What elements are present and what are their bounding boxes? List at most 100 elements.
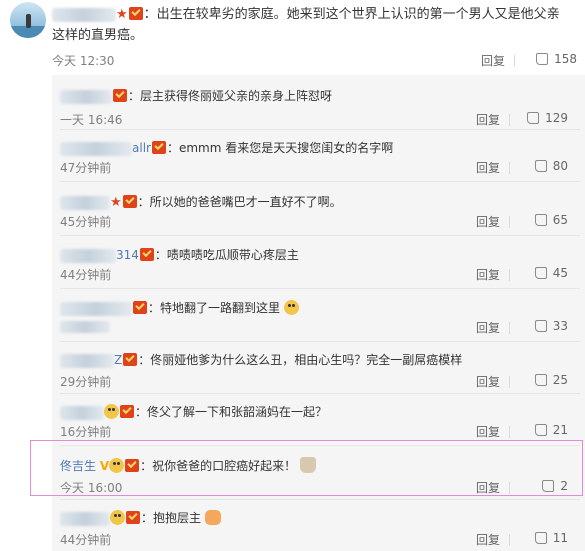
like-button[interactable]: 129 bbox=[512, 111, 568, 125]
reply-body: ：抱抱层主 bbox=[141, 511, 202, 525]
timestamp: 16分钟前 bbox=[60, 425, 112, 439]
thumbs-up-icon bbox=[534, 424, 547, 436]
avatar[interactable] bbox=[10, 2, 46, 38]
like-count: 158 bbox=[554, 52, 577, 66]
reply-body: ：层主获得佟丽娅父亲的亲身上阵怼呀 bbox=[128, 89, 333, 103]
like-button[interactable]: 158 bbox=[517, 52, 577, 66]
reply-button[interactable]: 回复 bbox=[476, 213, 500, 230]
member-badge-icon bbox=[125, 459, 140, 472]
divider bbox=[60, 181, 580, 182]
username-blurred[interactable] bbox=[60, 511, 110, 526]
reply-body: ：所以她的爸爸嘴巴才一直好不了啊。 bbox=[137, 195, 342, 209]
thumbs-up-icon bbox=[534, 160, 547, 172]
like-button[interactable]: 33 bbox=[512, 319, 568, 333]
divider bbox=[509, 216, 510, 228]
reply-meta: 47分钟前 回复 80 bbox=[60, 159, 568, 177]
like-count: 33 bbox=[552, 319, 568, 333]
username-blurred[interactable] bbox=[52, 7, 116, 22]
reply-button[interactable]: 回复 bbox=[476, 373, 500, 390]
reply-meta: 44分钟前 回复 11 bbox=[60, 531, 568, 549]
timestamp: 今天 12:30 bbox=[52, 54, 115, 68]
username[interactable]: Z bbox=[114, 353, 122, 367]
reply-meta: 44分钟前 回复 45 bbox=[60, 266, 568, 284]
timestamp: 47分钟前 bbox=[60, 161, 112, 175]
like-button[interactable]: 21 bbox=[512, 423, 568, 437]
timestamp: 29分钟前 bbox=[60, 375, 112, 389]
reply-button[interactable]: 回复 bbox=[476, 266, 500, 283]
thumbs-up-icon bbox=[527, 112, 540, 124]
timestamp: 今天 16:00 bbox=[60, 481, 123, 495]
username-blurred[interactable] bbox=[60, 89, 112, 104]
reply-text: allr ：emmm 看来您是天天搜您闺女的名字啊 bbox=[60, 139, 393, 157]
member-badge-icon bbox=[128, 7, 143, 20]
username-blurred[interactable] bbox=[60, 248, 116, 263]
reply-body: ：佟父了解一下和张韶涵妈在一起？ bbox=[135, 405, 328, 419]
thumbs-up-icon bbox=[542, 480, 555, 492]
username[interactable]: 314 bbox=[116, 248, 139, 262]
like-count: 21 bbox=[552, 423, 568, 437]
like-count: 11 bbox=[552, 531, 568, 545]
like-count: 65 bbox=[552, 213, 568, 227]
thumbs-up-icon bbox=[536, 53, 549, 65]
cat-emoji-icon bbox=[204, 510, 221, 525]
member-badge-icon bbox=[139, 248, 154, 261]
username-blurred[interactable] bbox=[60, 195, 110, 210]
reply-text: ：佟父了解一下和张韶涵妈在一起？ bbox=[60, 403, 327, 421]
reply-button[interactable]: 回复 bbox=[476, 159, 500, 176]
username-blurred[interactable] bbox=[60, 301, 132, 316]
reply-text: ：特地翻了一路翻到这里 bbox=[60, 299, 299, 317]
reply-button[interactable]: 回复 bbox=[476, 319, 500, 336]
divider bbox=[60, 445, 580, 446]
reply-body: ：祝你爸爸的口腔癌好起来！ bbox=[140, 459, 297, 473]
divider bbox=[60, 499, 580, 500]
like-count: 45 bbox=[552, 266, 568, 280]
divider bbox=[509, 482, 510, 494]
reply-meta: 16分钟前 回复 21 bbox=[60, 423, 568, 441]
reply-text: ：抱抱层主 bbox=[60, 509, 221, 527]
reply-list: ：层主获得佟丽娅父亲的亲身上阵怼呀 一天 16:46 回复 129 allr ：e… bbox=[52, 75, 585, 551]
member-badge-icon bbox=[133, 301, 147, 314]
username-blurred[interactable] bbox=[60, 141, 132, 156]
member-badge-icon bbox=[151, 141, 166, 154]
reply-body: ：特地翻了一路翻到这里 bbox=[148, 301, 281, 315]
username-blurred[interactable] bbox=[60, 405, 104, 420]
main-comment-text: ★ ：出生在较卑劣的家庭。她来到这个世界上认识的第一个男人又是他父亲这样的直男癌。 bbox=[52, 4, 572, 46]
like-button[interactable]: 80 bbox=[512, 159, 568, 173]
divider bbox=[60, 341, 580, 342]
like-count: 2 bbox=[560, 479, 568, 493]
divider bbox=[60, 393, 580, 394]
like-count: 25 bbox=[552, 373, 568, 387]
timestamp: 44分钟前 bbox=[60, 533, 112, 547]
thumbs-up-icon bbox=[534, 374, 547, 386]
reply-text: ★ ：所以她的爸爸嘴巴才一直好不了啊。 bbox=[60, 193, 342, 212]
thumbs-up-icon bbox=[534, 214, 547, 226]
username-blurred[interactable] bbox=[60, 353, 114, 368]
like-button[interactable]: 11 bbox=[512, 531, 568, 545]
member-badge-icon bbox=[122, 195, 137, 208]
avatar-figure bbox=[26, 14, 31, 28]
thumbs-up-icon bbox=[534, 320, 547, 332]
star-icon: ★ bbox=[110, 195, 122, 210]
divider bbox=[509, 534, 510, 546]
reply-meta: 45分钟前 回复 65 bbox=[60, 213, 568, 231]
main-comment: ★ ：出生在较卑劣的家庭。她来到这个世界上认识的第一个男人又是他父亲这样的直男癌。… bbox=[0, 0, 585, 75]
divider bbox=[509, 376, 510, 388]
level-badge-icon bbox=[110, 510, 125, 525]
star-icon: ★ bbox=[116, 7, 128, 22]
reply-button[interactable]: 回复 bbox=[476, 531, 500, 548]
reply-button[interactable]: 回复 bbox=[476, 111, 500, 128]
username[interactable]: 佟吉生 bbox=[60, 459, 96, 473]
main-comment-meta: 今天 12:30 回复 158 bbox=[52, 52, 577, 70]
like-button[interactable]: 65 bbox=[512, 213, 568, 227]
praying-hands-icon bbox=[299, 457, 316, 473]
timestamp: 44分钟前 bbox=[60, 268, 112, 282]
reply-button[interactable]: 回复 bbox=[476, 479, 500, 496]
reply-button[interactable]: 回复 bbox=[476, 423, 500, 440]
divider bbox=[509, 269, 510, 281]
timestamp: 45分钟前 bbox=[60, 215, 112, 229]
like-button[interactable]: 25 bbox=[512, 373, 568, 387]
like-button[interactable]: 45 bbox=[512, 266, 568, 280]
username[interactable]: allr bbox=[132, 141, 151, 155]
like-button[interactable]: 2 bbox=[512, 479, 568, 493]
reply-button[interactable]: 回复 bbox=[481, 52, 505, 69]
